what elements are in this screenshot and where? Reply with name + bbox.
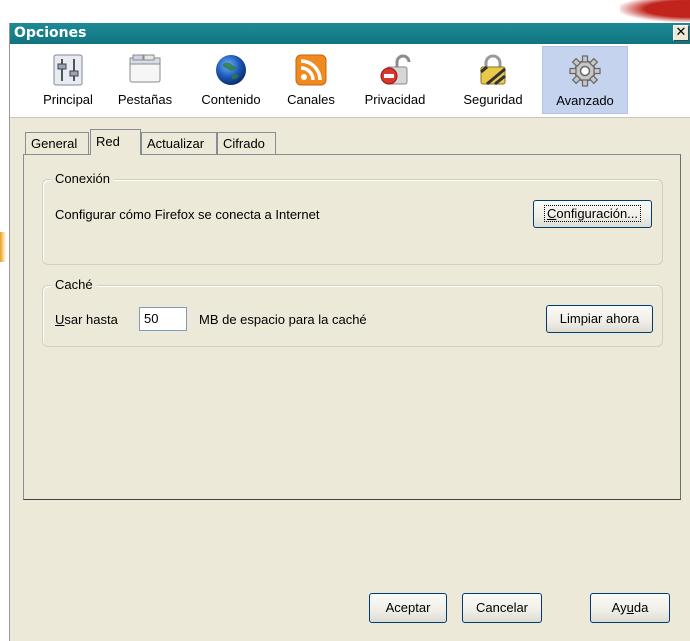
tab-general[interactable]: General <box>25 132 89 154</box>
close-button[interactable]: ✕ <box>673 25 689 41</box>
gear-icon <box>569 55 601 87</box>
tab-panel-red: Conexión Configurar cómo Firefox se cone… <box>23 154 681 500</box>
connection-description: Configurar cómo Firefox se conecta a Int… <box>55 207 320 222</box>
toolbar-label: Contenido <box>201 92 261 107</box>
toolbar-label: Privacidad <box>364 92 426 107</box>
options-dialog: Opciones ✕ Principal Pestañas Contenido … <box>9 23 690 641</box>
toolbar-label: Pestañas <box>117 92 173 107</box>
cache-group: Caché Usar hasta 50 MB de espacio para l… <box>42 277 663 347</box>
button-label: Configuración... <box>543 205 642 222</box>
tab-actualizar[interactable]: Actualizar <box>141 132 217 154</box>
privacy-lock-icon <box>380 54 411 85</box>
window-title: Opciones <box>14 25 87 41</box>
toolbar-label: Principal <box>43 92 93 107</box>
toolbar-label: Avanzado <box>556 93 614 108</box>
title-bar[interactable]: Opciones ✕ <box>10 23 690 44</box>
toolbar-item-privacidad[interactable]: Privacidad <box>355 46 435 114</box>
toolbar-label: Seguridad <box>463 92 523 107</box>
close-icon: ✕ <box>675 25 687 40</box>
button-label: Ayuda <box>611 600 649 615</box>
toolbar-item-canales[interactable]: Canales <box>280 46 342 114</box>
cache-size-input[interactable]: 50 <box>139 307 187 331</box>
clear-cache-button[interactable]: Limpiar ahora <box>546 305 653 333</box>
cancel-button[interactable]: Cancelar <box>462 593 542 623</box>
toolbar-item-avanzado[interactable]: Avanzado <box>542 46 628 114</box>
rss-icon <box>295 54 327 86</box>
group-title: Caché <box>51 277 97 292</box>
cache-size-suffix: MB de espacio para la caché <box>199 312 367 327</box>
use-up-to-label: Usar hasta <box>55 312 118 327</box>
toolbar-item-contenido[interactable]: Contenido <box>194 46 268 114</box>
tab-red[interactable]: Red <box>90 129 141 155</box>
group-title: Conexión <box>51 171 114 186</box>
security-padlock-icon <box>480 54 506 86</box>
tab-cifrado[interactable]: Cifrado <box>217 132 276 154</box>
globe-icon <box>216 55 246 85</box>
help-button[interactable]: Ayuda <box>590 593 670 623</box>
toolbar-item-principal[interactable]: Principal <box>36 46 100 114</box>
connection-group: Conexión Configurar cómo Firefox se cone… <box>42 171 663 265</box>
tab-label: Red <box>96 134 120 149</box>
background-decoration <box>620 0 690 22</box>
toolbar-label: Canales <box>287 92 335 107</box>
accept-button[interactable]: Aceptar <box>369 593 447 623</box>
tab-label: Actualizar <box>147 136 205 151</box>
toolbar-item-seguridad[interactable]: Seguridad <box>457 46 529 114</box>
connection-settings-button[interactable]: Configuración... <box>533 200 652 228</box>
tab-label: General <box>31 136 78 151</box>
background-decoration-left <box>0 232 6 262</box>
preferences-toolbar: Principal Pestañas Contenido Canales Pri… <box>10 44 690 118</box>
toolbar-item-pestanas[interactable]: Pestañas <box>112 46 178 114</box>
tab-label: Cifrado <box>223 136 265 151</box>
tabs-window-icon <box>129 54 161 83</box>
sliders-icon <box>53 54 83 86</box>
